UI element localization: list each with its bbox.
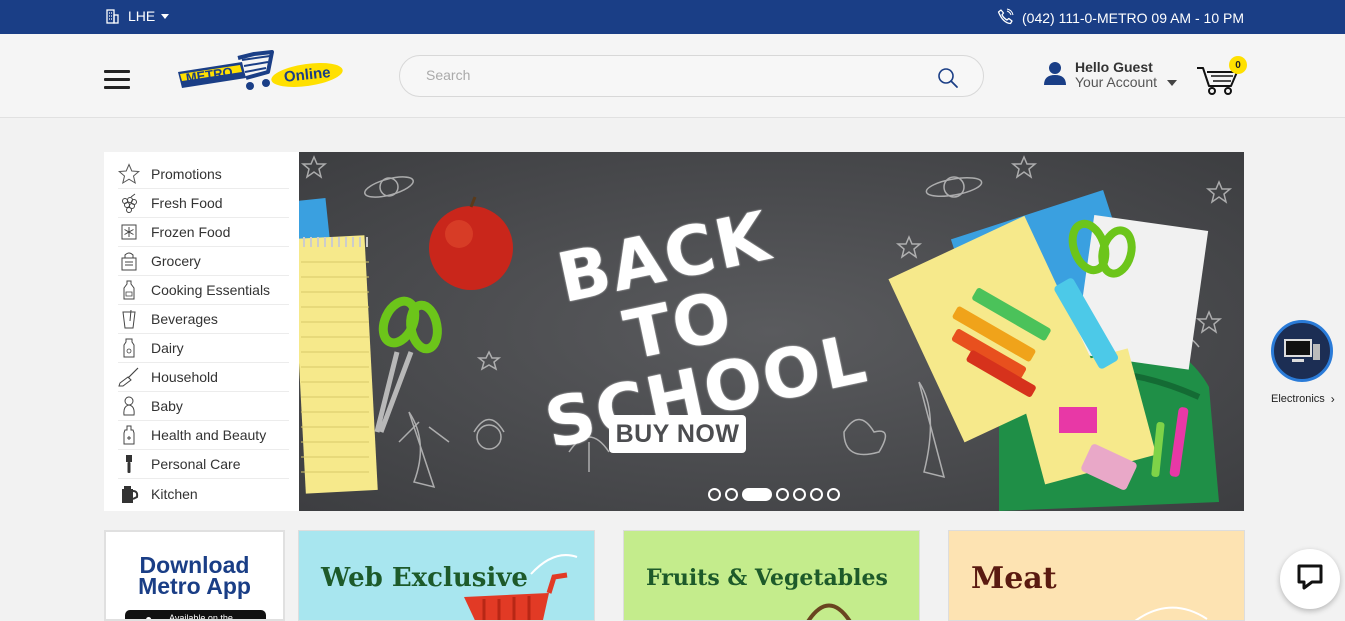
carousel-dot[interactable] [708,488,721,501]
star-icon [118,163,140,185]
app-card-title: Download Metro App [106,554,283,599]
account-menu[interactable]: Hello Guest Your Account [1043,60,1177,91]
buy-now-button[interactable]: BUY NOW [609,415,746,453]
carousel-dots [708,488,840,501]
baby-icon [118,395,140,417]
search-bar [399,55,984,97]
grocery-bag-icon [118,250,140,272]
account-greeting: Hello Guest [1075,59,1153,75]
header: METRO Online Hello Guest Your Account 0 [0,34,1345,118]
category-promotions[interactable]: Promotions [118,160,289,189]
chevron-down-icon [161,13,170,19]
phone-icon [997,8,1014,28]
top-bar: LHE (042) 111-0-METRO 09 AM - 10 PM [0,0,1345,34]
category-label: Beverages [151,311,218,327]
search-input[interactable] [426,67,906,83]
category-kitchen[interactable]: Kitchen [118,479,289,508]
category-health-and-beauty[interactable]: Health and Beauty [118,421,289,450]
lotion-icon [118,424,140,446]
account-label: Your Account [1075,74,1157,90]
apple-icon: ● [145,612,153,621]
hero-banner[interactable]: BACK TO SCHOOL BUY NOW [299,152,1244,511]
category-label: Frozen Food [151,224,231,240]
category-sidebar: Promotions Fresh Food Frozen Food Grocer… [104,152,299,511]
category-frozen-food[interactable]: Frozen Food [118,218,289,247]
carousel-dot-active[interactable] [742,488,772,501]
carousel-dot[interactable] [725,488,738,501]
meat-title: Meat [971,561,1057,596]
category-dairy[interactable]: Dairy [118,334,289,363]
app-store-badge[interactable]: ● Available on the [125,610,266,621]
electronics-label: Electronics [1271,393,1325,405]
category-beverages[interactable]: Beverages [118,305,289,334]
snowflake-icon [118,221,140,243]
app-title-line-2: Metro App [138,573,251,599]
phone-info: (042) 111-0-METRO 09 AM - 10 PM [997,8,1244,28]
category-label: Promotions [151,166,222,182]
category-cooking-essentials[interactable]: Cooking Essentials [118,276,289,305]
carousel-dot[interactable] [793,488,806,501]
cart-icon [1195,67,1241,100]
app-store-text: Available on the [169,613,233,621]
carousel-dot[interactable] [827,488,840,501]
user-icon [1043,60,1067,91]
category-label: Health and Beauty [151,427,267,443]
kettle-icon [118,483,140,505]
electronics-icon [1271,320,1333,382]
cup-icon [118,308,140,330]
chat-bubble-icon [1295,562,1325,597]
electronics-shortcut[interactable]: Electronics › [1271,320,1345,406]
basket-handle-illustration [806,603,852,620]
category-grocery[interactable]: Grocery [118,247,289,276]
category-label: Fresh Food [151,195,223,211]
fruits-vegetables-card[interactable]: Fruits & Vegetables [623,530,920,621]
download-app-card[interactable]: Download Metro App ● Available on the [104,530,285,621]
razor-icon [118,453,140,475]
metro-online-logo[interactable]: METRO Online [172,46,344,99]
category-label: Personal Care [151,456,241,472]
fruits-vegetables-title: Fruits & Vegetables [646,565,888,591]
category-label: Cooking Essentials [151,282,271,298]
phone-text: (042) 111-0-METRO 09 AM - 10 PM [1022,10,1244,26]
search-icon[interactable] [937,67,959,89]
category-personal-care[interactable]: Personal Care [118,450,289,479]
svg-text:Online: Online [283,64,331,86]
cart-button[interactable]: 0 [1195,56,1247,96]
carousel-dot[interactable] [776,488,789,501]
decorative-swoosh [530,554,578,575]
chevron-right-icon: › [1330,392,1335,406]
menu-icon[interactable] [104,70,130,90]
category-label: Dairy [151,340,184,356]
meat-card[interactable]: Meat [948,530,1245,621]
grapes-icon [118,192,140,214]
carousel-dot[interactable] [810,488,823,501]
cart-count-badge: 0 [1229,56,1247,74]
category-label: Kitchen [151,485,198,502]
oil-bottle-icon [118,279,140,301]
category-label: Household [151,369,218,385]
city-selector[interactable]: LHE [104,8,170,24]
milk-bottle-icon [118,337,140,359]
live-chat-button[interactable] [1280,549,1340,609]
broom-icon [118,366,140,388]
city-label: LHE [128,8,156,24]
chevron-down-icon [1167,79,1177,86]
category-baby[interactable]: Baby [118,392,289,421]
category-fresh-food[interactable]: Fresh Food [118,189,289,218]
category-label: Baby [151,398,183,414]
category-label: Grocery [151,253,201,269]
building-icon [104,8,120,24]
decorative-swoosh [1134,606,1208,620]
web-exclusive-card[interactable]: Web Exclusive [298,530,595,621]
svg-text:METRO: METRO [185,64,234,85]
category-household[interactable]: Household [118,363,289,392]
